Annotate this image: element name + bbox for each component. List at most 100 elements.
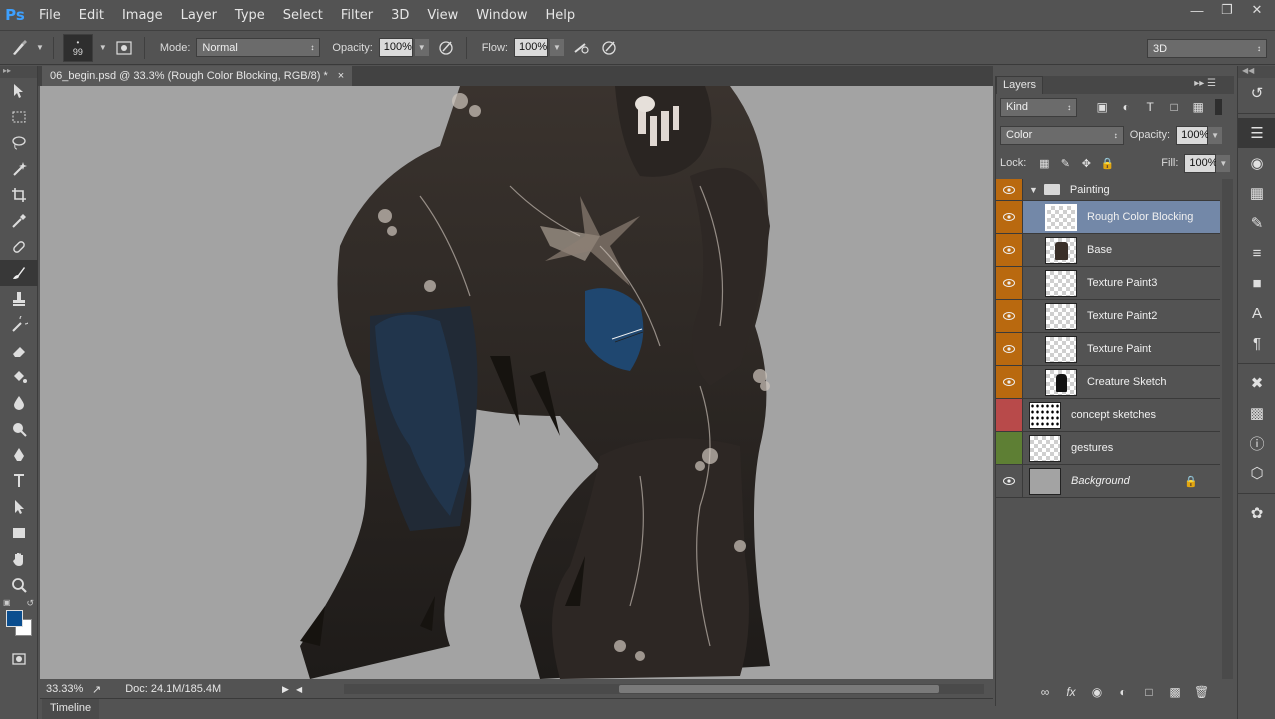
eyedropper-tool-icon[interactable] (0, 208, 38, 234)
layer-texture-paint2[interactable]: Texture Paint2 (996, 300, 1220, 333)
filter-kind-select[interactable]: Kind ↕ (1000, 97, 1078, 117)
blend-mode-select[interactable]: Color ↕ (1000, 125, 1124, 145)
visibility-eye-icon[interactable] (996, 366, 1023, 398)
canvas[interactable] (40, 86, 993, 679)
mode-select[interactable]: Normal ↕ (196, 38, 321, 57)
document-tab[interactable]: 06_begin.psd @ 33.3% (Rough Color Blocki… (42, 66, 353, 86)
layers-panel-icon[interactable]: ☰ (1238, 118, 1275, 148)
menu-filter[interactable]: Filter (332, 8, 382, 23)
airbrush-icon[interactable] (570, 37, 592, 59)
brush-picker-arrow-icon[interactable]: ▼ (99, 43, 107, 52)
link-layers-icon[interactable]: ∞ (1038, 685, 1052, 699)
type-filter-icon[interactable]: T (1143, 100, 1157, 114)
visibility-eye-icon[interactable] (996, 179, 1023, 200)
layer-texture-paint3[interactable]: Texture Paint3 (996, 267, 1220, 300)
folder-expand-arrow-icon[interactable]: ▼ (1029, 185, 1038, 195)
status-menu-arrow-icon[interactable]: ▶ (282, 684, 289, 695)
adjustment-layer-icon[interactable]: ◐ (1116, 685, 1130, 699)
menu-window[interactable]: Window (467, 8, 536, 23)
horizontal-scrollbar[interactable] (344, 684, 984, 694)
workspace-select[interactable]: 3D ↕ (1147, 39, 1267, 58)
default-colors-icon[interactable]: ▣ (3, 598, 11, 607)
new-group-icon[interactable]: □ (1142, 685, 1156, 699)
brush-panel-toggle-icon[interactable] (113, 37, 135, 59)
history-brush-tool-icon[interactable] (0, 312, 38, 338)
healing-brush-tool-icon[interactable] (0, 234, 38, 260)
visibility-eye-icon[interactable] (996, 201, 1023, 233)
layer-texture-paint[interactable]: Texture Paint (996, 333, 1220, 366)
layer-creature-sketch[interactable]: Creature Sketch (996, 366, 1220, 399)
path-selection-tool-icon[interactable] (0, 494, 38, 520)
flow-dropdown-icon[interactable]: ▼ (549, 39, 564, 56)
rectangle-tool-icon[interactable] (0, 520, 38, 546)
opacity-dropdown-icon[interactable]: ▼ (414, 39, 429, 56)
horizontal-scroll-thumb[interactable] (619, 685, 939, 693)
delete-layer-icon[interactable]: 🗑 (1194, 685, 1209, 699)
dodge-tool-icon[interactable] (0, 416, 38, 442)
color-panel-icon[interactable]: ◉ (1238, 148, 1275, 178)
paint-bucket-tool-icon[interactable] (0, 364, 38, 390)
layer-gestures[interactable]: gestures (996, 432, 1220, 465)
magic-wand-tool-icon[interactable] (0, 156, 38, 182)
panel-grip[interactable]: ▸▸ (0, 66, 37, 78)
brush-tool-icon[interactable] (0, 260, 38, 286)
menu-edit[interactable]: Edit (70, 8, 113, 23)
layer-concept-sketches[interactable]: concept sketches (996, 399, 1220, 432)
layers-vertical-scrollbar[interactable] (1222, 179, 1233, 679)
pressure-opacity-icon[interactable] (435, 37, 457, 59)
visibility-eye-icon[interactable] (996, 465, 1023, 497)
visibility-toggle-hidden[interactable] (996, 399, 1023, 431)
minimize-icon[interactable]: — (1189, 2, 1205, 18)
fill-dropdown-icon[interactable]: ▼ (1216, 154, 1231, 172)
clone-stamp-tool-icon[interactable] (0, 286, 38, 312)
restore-icon[interactable]: ❐ (1219, 2, 1235, 18)
adobe-color-themes-icon[interactable]: ✿ (1238, 498, 1275, 528)
layer-rough-color-blocking[interactable]: Rough Color Blocking (996, 201, 1220, 234)
layer-opacity-dropdown-icon[interactable]: ▼ (1208, 126, 1222, 144)
menu-file[interactable]: File (30, 8, 70, 23)
swap-colors-icon[interactable]: ↺ (26, 598, 34, 609)
pressure-size-icon[interactable] (598, 37, 620, 59)
visibility-eye-icon[interactable] (996, 267, 1023, 299)
dock-grip[interactable]: ◀◀ (1238, 66, 1275, 78)
layer-group-painting[interactable]: ▼ Painting (996, 179, 1220, 201)
fill-input[interactable]: 100% (1184, 153, 1218, 173)
visibility-toggle-hidden[interactable] (996, 432, 1023, 464)
layer-opacity-input[interactable]: 100% (1176, 125, 1209, 145)
brushes-panel-icon[interactable]: ✎ (1238, 208, 1275, 238)
menu-image[interactable]: Image (113, 8, 172, 23)
brush-size-picker[interactable]: • 99 (62, 33, 93, 62)
properties-icon[interactable]: ▩ (1238, 398, 1275, 428)
menu-help[interactable]: Help (537, 8, 585, 23)
menu-view[interactable]: View (418, 8, 467, 23)
pixel-filter-icon[interactable]: ▣ (1095, 100, 1109, 114)
eraser-tool-icon[interactable] (0, 338, 38, 364)
brush-tool-preset-icon[interactable] (8, 37, 30, 59)
lock-transparent-icon[interactable]: ▦ (1038, 157, 1050, 170)
pen-tool-icon[interactable] (0, 442, 38, 468)
layer-style-icon[interactable]: fx (1064, 685, 1078, 699)
shape-filter-icon[interactable]: □ (1167, 100, 1181, 114)
visibility-eye-icon[interactable] (996, 234, 1023, 266)
zoom-level[interactable]: 33.33% (40, 683, 88, 695)
layers-tab[interactable]: Layers (996, 76, 1044, 94)
panel-menu-icon[interactable]: ▸▸ ☰ (1194, 78, 1216, 89)
3d-panel-icon[interactable]: ⬡ (1238, 458, 1275, 488)
tool-presets-icon[interactable]: ✖ (1238, 368, 1275, 398)
lock-all-icon[interactable]: 🔒 (1100, 157, 1114, 170)
smart-object-filter-icon[interactable]: ▦ (1191, 100, 1205, 114)
swatches-panel-icon[interactable]: ▦ (1238, 178, 1275, 208)
lock-position-icon[interactable]: ✥ (1080, 157, 1092, 170)
layer-base[interactable]: Base (996, 234, 1220, 267)
move-tool-icon[interactable] (0, 78, 38, 104)
visibility-eye-icon[interactable] (996, 333, 1023, 365)
opacity-input[interactable]: 100% (378, 38, 413, 57)
menu-type[interactable]: Type (226, 8, 274, 23)
blur-tool-icon[interactable] (0, 390, 38, 416)
close-tab-icon[interactable]: × (338, 70, 344, 82)
filter-toggle-icon[interactable] (1215, 99, 1222, 115)
layer-background[interactable]: Background 🔒 (996, 465, 1220, 498)
visibility-eye-icon[interactable] (996, 300, 1023, 332)
foreground-color-swatch[interactable] (6, 610, 23, 627)
clone-source-icon[interactable]: ■ (1238, 268, 1275, 298)
